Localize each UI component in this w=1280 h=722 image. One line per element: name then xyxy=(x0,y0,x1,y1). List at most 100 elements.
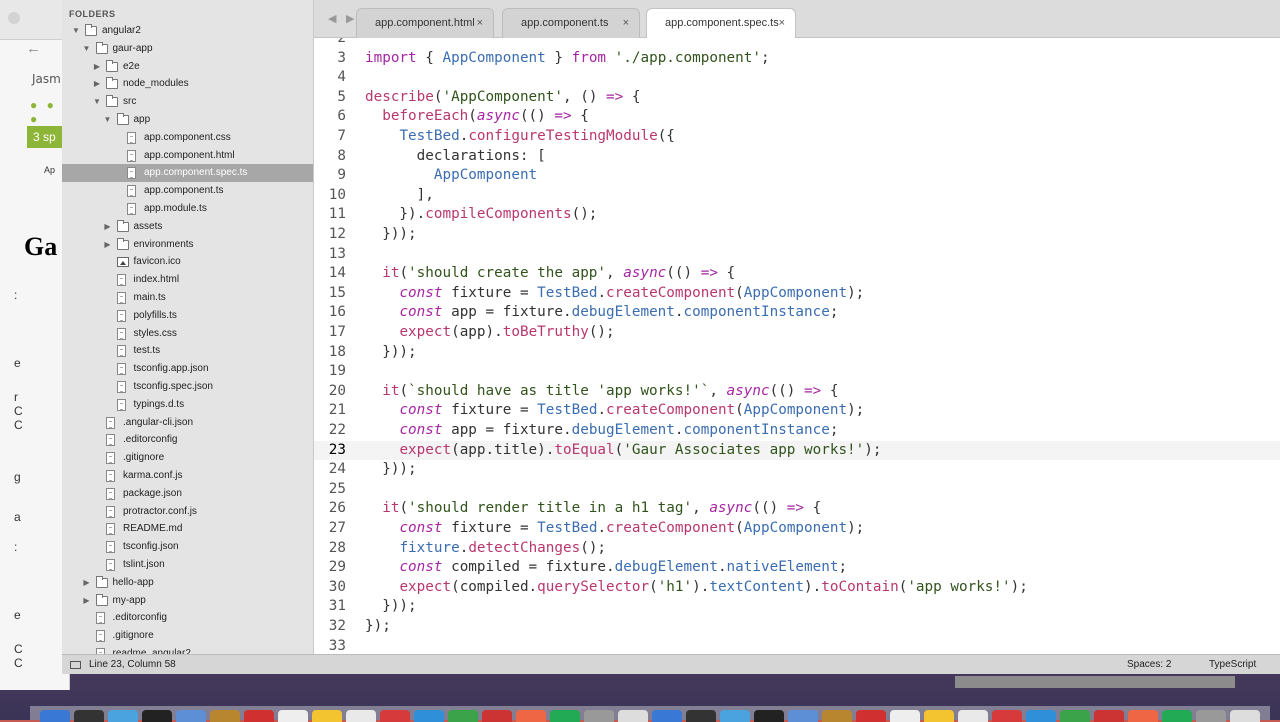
panel-toggle-icon[interactable] xyxy=(70,661,81,669)
dock-app-icon[interactable] xyxy=(924,710,954,722)
code-line[interactable]: 2 xyxy=(314,38,1280,49)
folder-item[interactable]: ▼ app xyxy=(62,111,313,129)
file-item[interactable]: .gitignore xyxy=(62,627,313,645)
code-line[interactable]: 6 beforeEach(async(() => { xyxy=(314,107,1280,127)
code-line[interactable]: 18 })); xyxy=(314,343,1280,363)
code-line[interactable]: 32}); xyxy=(314,617,1280,637)
code-line[interactable]: 29 const compiled = fixture.debugElement… xyxy=(314,558,1280,578)
file-item[interactable]: test.ts xyxy=(62,342,313,360)
code-line[interactable]: 23 expect(app.title).toEqual('Gaur Assoc… xyxy=(314,440,1280,461)
dock-app-icon[interactable] xyxy=(312,710,342,722)
tab-close-icon[interactable]: × xyxy=(477,9,483,37)
code-line[interactable]: 30 expect(compiled.querySelector('h1').t… xyxy=(314,578,1280,598)
code-line[interactable]: 25 xyxy=(314,480,1280,500)
code-line[interactable]: 16 const app = fixture.debugElement.comp… xyxy=(314,303,1280,323)
file-item[interactable]: favicon.ico xyxy=(62,253,313,271)
dock-app-icon[interactable] xyxy=(210,710,240,722)
dock-app-icon[interactable] xyxy=(74,710,104,722)
collapsed-triangle-icon[interactable]: ▶ xyxy=(92,75,102,93)
back-arrow-icon[interactable]: ← xyxy=(0,40,69,66)
file-item[interactable]: typings.d.ts xyxy=(62,396,313,414)
dock-app-icon[interactable] xyxy=(584,710,614,722)
dock-app-icon[interactable] xyxy=(890,710,920,722)
file-item[interactable]: app.component.ts xyxy=(62,182,313,200)
dock-app-icon[interactable] xyxy=(856,710,886,722)
code-line[interactable]: 31 })); xyxy=(314,597,1280,617)
code-line[interactable]: 24 })); xyxy=(314,460,1280,480)
file-item[interactable]: package.json xyxy=(62,485,313,503)
dock-app-icon[interactable] xyxy=(516,710,546,722)
code-line[interactable]: 9 AppComponent xyxy=(314,166,1280,186)
file-item[interactable]: polyfills.ts xyxy=(62,307,313,325)
folder-item[interactable]: ▼ gaur-app xyxy=(62,40,313,58)
code-line[interactable]: 20 it(`should have as title 'app works!'… xyxy=(314,382,1280,402)
file-item[interactable]: app.component.spec.ts xyxy=(62,164,313,183)
dock-app-icon[interactable] xyxy=(380,710,410,722)
dock-app-icon[interactable] xyxy=(550,710,580,722)
file-item[interactable]: app.component.css xyxy=(62,129,313,147)
file-item[interactable]: .editorconfig xyxy=(62,609,313,627)
file-item[interactable]: protractor.conf.js xyxy=(62,503,313,521)
collapsed-triangle-icon[interactable]: ▶ xyxy=(103,218,113,236)
code-line[interactable]: 15 const fixture = TestBed.createCompone… xyxy=(314,284,1280,304)
file-item[interactable]: index.html xyxy=(62,271,313,289)
dock-app-icon[interactable] xyxy=(346,710,376,722)
dock-app-icon[interactable] xyxy=(1026,710,1056,722)
file-item[interactable]: readme_angular2 xyxy=(62,645,313,654)
collapsed-triangle-icon[interactable]: ▶ xyxy=(82,574,92,592)
file-item[interactable]: app.component.html xyxy=(62,147,313,165)
dock-app-icon[interactable] xyxy=(720,710,750,722)
dock-app-icon[interactable] xyxy=(822,710,852,722)
code-line[interactable]: 12 })); xyxy=(314,225,1280,245)
folder-item[interactable]: ▶ hello-app xyxy=(62,574,313,592)
dock-app-icon[interactable] xyxy=(992,710,1022,722)
tab-close-icon[interactable]: × xyxy=(623,9,629,37)
dock-app-icon[interactable] xyxy=(448,710,478,722)
code-line[interactable]: 4 xyxy=(314,68,1280,88)
code-line[interactable]: 21 const fixture = TestBed.createCompone… xyxy=(314,401,1280,421)
dock-app-icon[interactable] xyxy=(176,710,206,722)
file-item[interactable]: tslint.json xyxy=(62,556,313,574)
code-editor[interactable]: 2 3 import { AppComponent } from './app.co… xyxy=(314,38,1280,654)
expanded-triangle-icon[interactable]: ▼ xyxy=(92,93,102,111)
syntax-selector[interactable]: TypeScript xyxy=(1209,655,1256,674)
close-window-icon[interactable] xyxy=(8,12,20,24)
folder-item[interactable]: ▶ node_modules xyxy=(62,75,313,93)
code-line[interactable]: 19 xyxy=(314,362,1280,382)
code-line[interactable]: 5 describe('AppComponent', () => { xyxy=(314,88,1280,108)
dock-app-icon[interactable] xyxy=(1094,710,1124,722)
code-line[interactable]: 13 xyxy=(314,245,1280,265)
dock-app-icon[interactable] xyxy=(618,710,648,722)
editor-tab[interactable]: app.component.ts × xyxy=(502,8,640,38)
file-item[interactable]: .gitignore xyxy=(62,449,313,467)
expanded-triangle-icon[interactable]: ▼ xyxy=(103,111,113,129)
code-line[interactable]: 3 import { AppComponent } from './app.com… xyxy=(314,49,1280,69)
file-item[interactable]: tsconfig.spec.json xyxy=(62,378,313,396)
file-item[interactable]: README.md xyxy=(62,520,313,538)
dock-app-icon[interactable] xyxy=(244,710,274,722)
dock-app-icon[interactable] xyxy=(652,710,682,722)
collapsed-triangle-icon[interactable]: ▶ xyxy=(92,58,102,76)
dock-app-icon[interactable] xyxy=(1060,710,1090,722)
dock-app-icon[interactable] xyxy=(40,710,70,722)
collapsed-triangle-icon[interactable]: ▶ xyxy=(82,592,92,610)
folder-item[interactable]: ▶ my-app xyxy=(62,592,313,610)
dock-app-icon[interactable] xyxy=(754,710,784,722)
dock-app-icon[interactable] xyxy=(278,710,308,722)
expanded-triangle-icon[interactable]: ▼ xyxy=(71,22,81,40)
editor-tab[interactable]: app.component.html × xyxy=(356,8,494,38)
file-item[interactable]: tsconfig.app.json xyxy=(62,360,313,378)
indentation-setting[interactable]: Spaces: 2 xyxy=(1127,655,1171,674)
dock-app-icon[interactable] xyxy=(958,710,988,722)
tab-scroll-left-icon[interactable]: ◀ xyxy=(328,12,336,25)
dock-app-icon[interactable] xyxy=(1230,710,1260,722)
editor-tab[interactable]: app.component.spec.ts × xyxy=(646,8,796,39)
file-item[interactable]: karma.conf.js xyxy=(62,467,313,485)
code-line[interactable]: 11 }).compileComponents(); xyxy=(314,205,1280,225)
dock-app-icon[interactable] xyxy=(1162,710,1192,722)
code-line[interactable]: 27 const fixture = TestBed.createCompone… xyxy=(314,519,1280,539)
dock-app-icon[interactable] xyxy=(1196,710,1226,722)
dock-app-icon[interactable] xyxy=(414,710,444,722)
code-line[interactable]: 26 it('should render title in a h1 tag',… xyxy=(314,499,1280,519)
file-item[interactable]: main.ts xyxy=(62,289,313,307)
